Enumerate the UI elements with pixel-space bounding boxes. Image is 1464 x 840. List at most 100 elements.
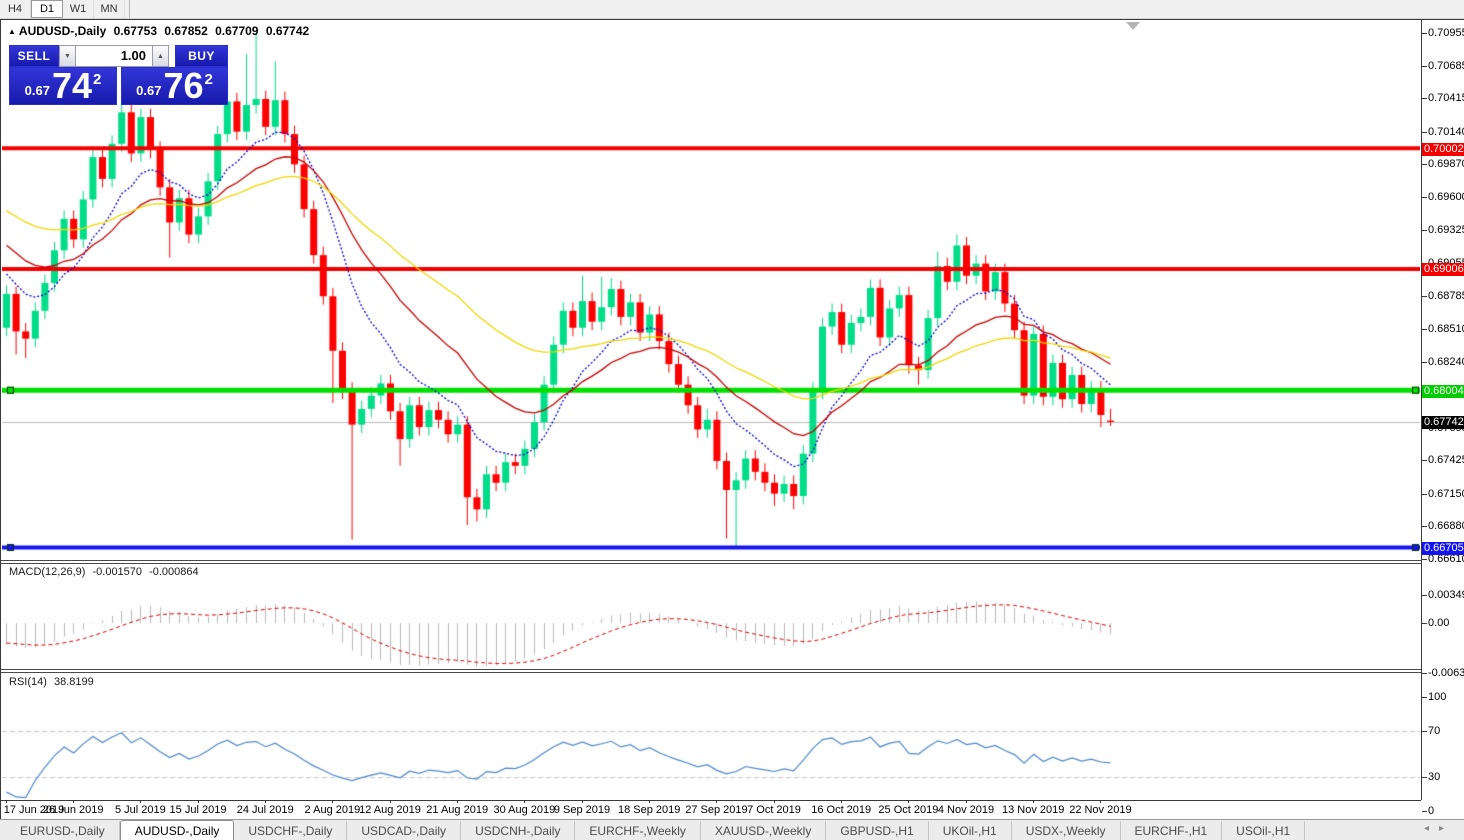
time-tick-label: 25 Oct 2019 [878, 804, 938, 816]
time-tick-label: 15 Jul 2019 [170, 804, 227, 816]
chart-tab-bar: EURUSD-,DailyAUDUSD-,DailyUSDCHF-,DailyU… [0, 819, 1464, 840]
price-tick-mark [1422, 33, 1427, 34]
price-tick-label: 0.70140 [1428, 126, 1464, 138]
rsi-tick-label: 70 [1428, 725, 1440, 737]
chart-tab-eurchf-weekly[interactable]: EURCHF-,Weekly [575, 821, 700, 840]
terminal-root: H4D1W1MN ▲AUDUSD-,Daily 0.67753 0.67852 … [0, 0, 1464, 840]
rsi-value: 38.8199 [54, 676, 94, 688]
chart-tab-ukoil-h1[interactable]: UKOil-,H1 [929, 821, 1012, 840]
timeframe-toolbar: H4D1W1MN [0, 0, 1464, 19]
pane-separator[interactable] [1, 563, 1421, 564]
sell-price-big: 74 [52, 70, 92, 102]
time-tick-label: 27 Sep 2019 [685, 804, 747, 816]
price-tick-label: 0.70415 [1428, 92, 1464, 104]
time-tick-mark [390, 800, 391, 803]
price-tick-mark [1422, 230, 1427, 231]
chart-tab-audusd-daily[interactable]: AUDUSD-,Daily [120, 820, 235, 840]
chart-tab-xauusd-weekly[interactable]: XAUUSD-,Weekly [701, 821, 826, 840]
macd-name: MACD(12,26,9) [9, 566, 85, 578]
macd-tick-label: 0.00 [1428, 617, 1449, 629]
rsi-tick-mark [1422, 811, 1427, 812]
chart-tab-usdchf-daily[interactable]: USDCHF-,Daily [234, 821, 347, 840]
chart-tab-usdx-weekly[interactable]: USDX-,Weekly [1012, 821, 1121, 840]
macd-tick-mark [1422, 595, 1427, 596]
sell-price-button[interactable]: 0.67 74 2 [9, 67, 117, 105]
macd-chart-canvas[interactable] [2, 564, 1420, 667]
macd-tick-label: 0.00349 [1428, 589, 1464, 601]
rsi-tick-label: 100 [1428, 691, 1446, 703]
time-tick-mark [140, 800, 141, 803]
tab-scroll-left-icon[interactable]: ◂ [1424, 823, 1439, 834]
chart-expand-icon: ▲ [8, 27, 16, 36]
price-tick-mark [1422, 329, 1427, 330]
chart-shift-marker-icon[interactable] [1126, 22, 1140, 30]
symbol-name: AUDUSD-,Daily [19, 24, 106, 38]
macd-tick-label: -0.00637 [1428, 667, 1464, 679]
price-tick-mark [1422, 526, 1427, 527]
time-tick-mark [1100, 800, 1101, 803]
price-tick-mark [1422, 197, 1427, 198]
timeframe-button-w1[interactable]: W1 [63, 0, 94, 18]
time-tick-label: 30 Aug 2019 [493, 804, 555, 816]
ohlc-close: 0.67742 [266, 24, 309, 38]
time-tick-mark [198, 800, 199, 803]
pane-separator[interactable] [1, 672, 1421, 673]
time-tick-mark [966, 800, 967, 803]
rsi-chart-canvas[interactable] [2, 673, 1420, 799]
volume-input[interactable]: 1.00 [76, 45, 152, 67]
rsi-label: RSI(14) 38.8199 [9, 676, 98, 688]
time-tick-label: 5 Jul 2019 [115, 804, 166, 816]
buy-price-big: 76 [163, 70, 203, 102]
time-tick-label: 9 Sep 2019 [554, 804, 610, 816]
price-tick-mark [1422, 98, 1427, 99]
pane-separator[interactable] [1, 669, 1421, 670]
sell-price-prefix: 0.67 [25, 83, 50, 98]
volume-decrease-button[interactable]: ▼ [59, 45, 76, 67]
time-axis[interactable]: 17 Jun 201926 Jun 20195 Jul 201915 Jul 2… [1, 800, 1421, 819]
sell-price-pip: 2 [93, 71, 101, 88]
time-tick-label: 16 Oct 2019 [811, 804, 871, 816]
chart-tab-eurusd-daily[interactable]: EURUSD-,Daily [6, 821, 120, 840]
chart-tab-usoil-h1[interactable]: USOil-,H1 [1222, 821, 1305, 840]
time-tick-mark [6, 800, 7, 803]
price-tick-label: 0.70685 [1428, 60, 1464, 72]
toolbar-separator [129, 0, 130, 18]
macd-label: MACD(12,26,9) -0.001570 -0.000864 [9, 566, 203, 578]
time-tick-label: 18 Sep 2019 [618, 804, 680, 816]
sell-button[interactable]: SELL [9, 45, 59, 67]
buy-price-button[interactable]: 0.67 76 2 [121, 67, 228, 105]
time-tick-label: 26 Jun 2019 [43, 804, 104, 816]
chart-tab-usdcnh-daily[interactable]: USDCNH-,Daily [461, 821, 575, 840]
rsi-tick-mark [1422, 697, 1427, 698]
tab-scrollers: ◂▸ [1424, 823, 1454, 834]
timeframe-button-d1[interactable]: D1 [31, 0, 63, 18]
price-marker-label: 0.69006 [1422, 263, 1464, 276]
chart-tab-gbpusd-h1[interactable]: GBPUSD-,H1 [826, 821, 928, 840]
price-tick-mark [1422, 132, 1427, 133]
time-tick-label: 2 Aug 2019 [305, 804, 361, 816]
buy-button[interactable]: BUY [175, 45, 228, 67]
time-tick-label: 21 Aug 2019 [426, 804, 488, 816]
chart-tab-usdcad-daily[interactable]: USDCAD-,Daily [347, 821, 461, 840]
symbol-header: ▲AUDUSD-,Daily 0.67753 0.67852 0.67709 0… [8, 24, 313, 38]
rsi-name: RSI(14) [9, 676, 47, 688]
time-tick-label: 7 Oct 2019 [747, 804, 801, 816]
price-tick-mark [1422, 362, 1427, 363]
chart-tab-eurchf-h1[interactable]: EURCHF-,H1 [1121, 821, 1223, 840]
price-tick-label: 0.68785 [1428, 290, 1464, 302]
timeframe-button-mn[interactable]: MN [94, 0, 125, 18]
macd-value-1: -0.001570 [92, 566, 142, 578]
timeframe-button-h4[interactable]: H4 [0, 0, 31, 18]
pane-separator[interactable] [1, 560, 1421, 561]
price-tick-label: 0.69600 [1428, 191, 1464, 203]
ohlc-low: 0.67709 [215, 24, 258, 38]
time-tick-mark [716, 800, 717, 803]
time-tick-label: 4 Nov 2019 [938, 804, 994, 816]
price-marker-label: 0.66705 [1422, 542, 1464, 555]
time-tick-label: 22 Nov 2019 [1069, 804, 1131, 816]
volume-increase-button[interactable]: ▲ [152, 45, 169, 67]
tab-scroll-right-icon[interactable]: ▸ [1439, 823, 1454, 834]
time-tick-label: 24 Jul 2019 [237, 804, 294, 816]
price-marker-label: 0.67742 [1422, 416, 1464, 429]
time-tick-mark [73, 800, 74, 803]
